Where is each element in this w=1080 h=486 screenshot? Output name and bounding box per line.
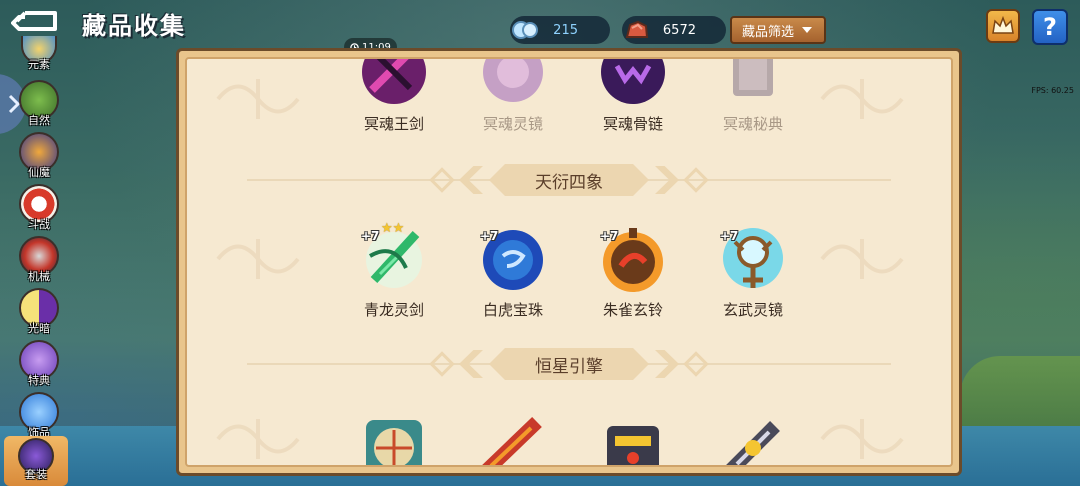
ore-value: 6572 bbox=[662, 22, 696, 38]
sidebar-item-label: 自然 bbox=[28, 114, 50, 127]
ornament-decoration bbox=[216, 419, 300, 459]
collection-item[interactable]: +7 朱雀玄铃 bbox=[585, 219, 681, 320]
ornament-decoration bbox=[216, 79, 300, 119]
ornament-decoration bbox=[216, 239, 300, 279]
ornament-decoration bbox=[820, 79, 904, 119]
crown-icon bbox=[992, 15, 1014, 34]
collection-item[interactable] bbox=[585, 409, 681, 465]
collection-item[interactable] bbox=[705, 409, 801, 465]
diamond-ornament bbox=[429, 351, 455, 377]
collection-item[interactable] bbox=[346, 409, 442, 465]
collection-scroll-area[interactable]: 冥魂王剑 冥魂灵镜 冥魂骨链 冥魂秘典 天衍四象 +7 ★★ 青龙灵剑 +7 白… bbox=[185, 57, 953, 467]
collection-item[interactable]: 冥魂秘典 bbox=[705, 59, 801, 134]
collection-item[interactable]: +7 ★★ 青龙灵剑 bbox=[346, 219, 442, 320]
ornament-decoration bbox=[820, 239, 904, 279]
page-title: 藏品收集 bbox=[82, 12, 186, 40]
sidebar-item-special[interactable]: 特典 bbox=[16, 340, 62, 388]
star-engine-drill-icon bbox=[714, 409, 792, 465]
diamond-ornament bbox=[429, 167, 455, 193]
section-title-banner: 恒星引擎 bbox=[489, 348, 649, 380]
fps-readout: FPS: 60.25 bbox=[1031, 86, 1074, 95]
sidebar-item-demon[interactable]: 仙魔 bbox=[16, 132, 62, 180]
upgrade-level: +7 bbox=[480, 229, 499, 243]
item-name: 青龙灵剑 bbox=[363, 301, 424, 319]
section-title-banner: 天衍四象 bbox=[489, 164, 649, 196]
sidebar-item-mech[interactable]: 机械 bbox=[16, 236, 62, 284]
back-button[interactable] bbox=[10, 8, 62, 34]
star-rating: ★★ bbox=[381, 221, 405, 236]
upgrade-level: +7 bbox=[600, 229, 619, 243]
sidebar-item-label: 特典 bbox=[28, 374, 50, 387]
gems-counter: 215 bbox=[510, 16, 610, 44]
section-title: 天衍四象 bbox=[535, 172, 603, 193]
ornament-decoration bbox=[820, 419, 904, 459]
collection-item[interactable] bbox=[465, 409, 561, 465]
diamond-ornament bbox=[683, 167, 709, 193]
collection-filter-dropdown[interactable]: 藏品筛选 bbox=[730, 16, 826, 44]
star-engine-compass-icon bbox=[355, 409, 433, 465]
ore-icon bbox=[620, 13, 654, 47]
upgrade-level: +7 bbox=[720, 229, 739, 243]
item-name: 冥魂灵镜 bbox=[482, 115, 543, 133]
section-header: 恒星引擎 bbox=[187, 346, 951, 382]
collection-item[interactable]: 冥魂骨链 bbox=[585, 59, 681, 134]
soul-mirror-icon bbox=[474, 59, 552, 111]
gem-icon bbox=[508, 13, 542, 47]
dropdown-arrow-icon bbox=[802, 27, 813, 33]
filter-label: 藏品筛选 bbox=[742, 24, 795, 40]
item-name: 玄武灵镜 bbox=[722, 301, 783, 319]
sidebar-item-label: 机械 bbox=[28, 270, 50, 283]
item-name: 冥魂骨链 bbox=[602, 115, 663, 133]
sidebar-item-nature[interactable]: 自然 bbox=[16, 80, 62, 128]
gems-value: 215 bbox=[553, 22, 578, 38]
sidebar-item-label: 斗战 bbox=[28, 218, 50, 231]
help-icon: ? bbox=[1043, 13, 1057, 41]
section-title: 恒星引擎 bbox=[535, 356, 603, 377]
star-engine-core-icon bbox=[594, 409, 672, 465]
sidebar-item-label: 套装 bbox=[25, 468, 47, 481]
sidebar-item-battle[interactable]: 斗战 bbox=[16, 184, 62, 232]
sidebar-item-set[interactable]: 套装 bbox=[4, 436, 68, 486]
item-name: 白虎宝珠 bbox=[482, 301, 543, 319]
item-name: 冥魂秘典 bbox=[722, 115, 783, 133]
soul-bone-chain-icon bbox=[594, 59, 672, 111]
section-header: 天衍四象 bbox=[187, 162, 951, 198]
crown-button[interactable] bbox=[986, 9, 1020, 43]
vermilion-bird-bell-icon: +7 bbox=[594, 219, 672, 297]
collection-item[interactable]: +7 玄武灵镜 bbox=[705, 219, 801, 320]
sidebar-item-element[interactable]: 元素 bbox=[16, 36, 62, 72]
sidebar-item-label: 元素 bbox=[28, 58, 50, 71]
collection-item[interactable]: 冥魂灵镜 bbox=[465, 59, 561, 134]
azure-dragon-sword-icon: +7 ★★ bbox=[355, 219, 433, 297]
item-name: 冥魂王剑 bbox=[363, 115, 424, 133]
soul-tome-icon bbox=[714, 59, 792, 111]
help-button[interactable]: ? bbox=[1032, 9, 1068, 45]
soul-king-sword-icon bbox=[355, 59, 433, 111]
back-arrow-icon bbox=[11, 11, 57, 31]
white-tiger-orb-icon: +7 bbox=[474, 219, 552, 297]
upgrade-level: +7 bbox=[361, 229, 380, 243]
collection-panel: 冥魂王剑 冥魂灵镜 冥魂骨链 冥魂秘典 天衍四象 +7 ★★ 青龙灵剑 +7 白… bbox=[176, 48, 962, 476]
sidebar-item-light-dark[interactable]: 光暗 bbox=[16, 288, 62, 336]
collection-item[interactable]: +7 白虎宝珠 bbox=[465, 219, 561, 320]
ore-counter: 6572 bbox=[622, 16, 726, 44]
black-tortoise-mirror-icon: +7 bbox=[714, 219, 792, 297]
sidebar-item-accessory[interactable]: 饰品 bbox=[16, 392, 62, 440]
sidebar-item-label: 光暗 bbox=[28, 322, 50, 335]
diamond-ornament bbox=[683, 351, 709, 377]
item-name: 朱雀玄铃 bbox=[602, 301, 663, 319]
star-engine-cannon-icon bbox=[474, 409, 552, 465]
sidebar-item-label: 仙魔 bbox=[28, 166, 50, 179]
collection-item[interactable]: 冥魂王剑 bbox=[346, 59, 442, 134]
